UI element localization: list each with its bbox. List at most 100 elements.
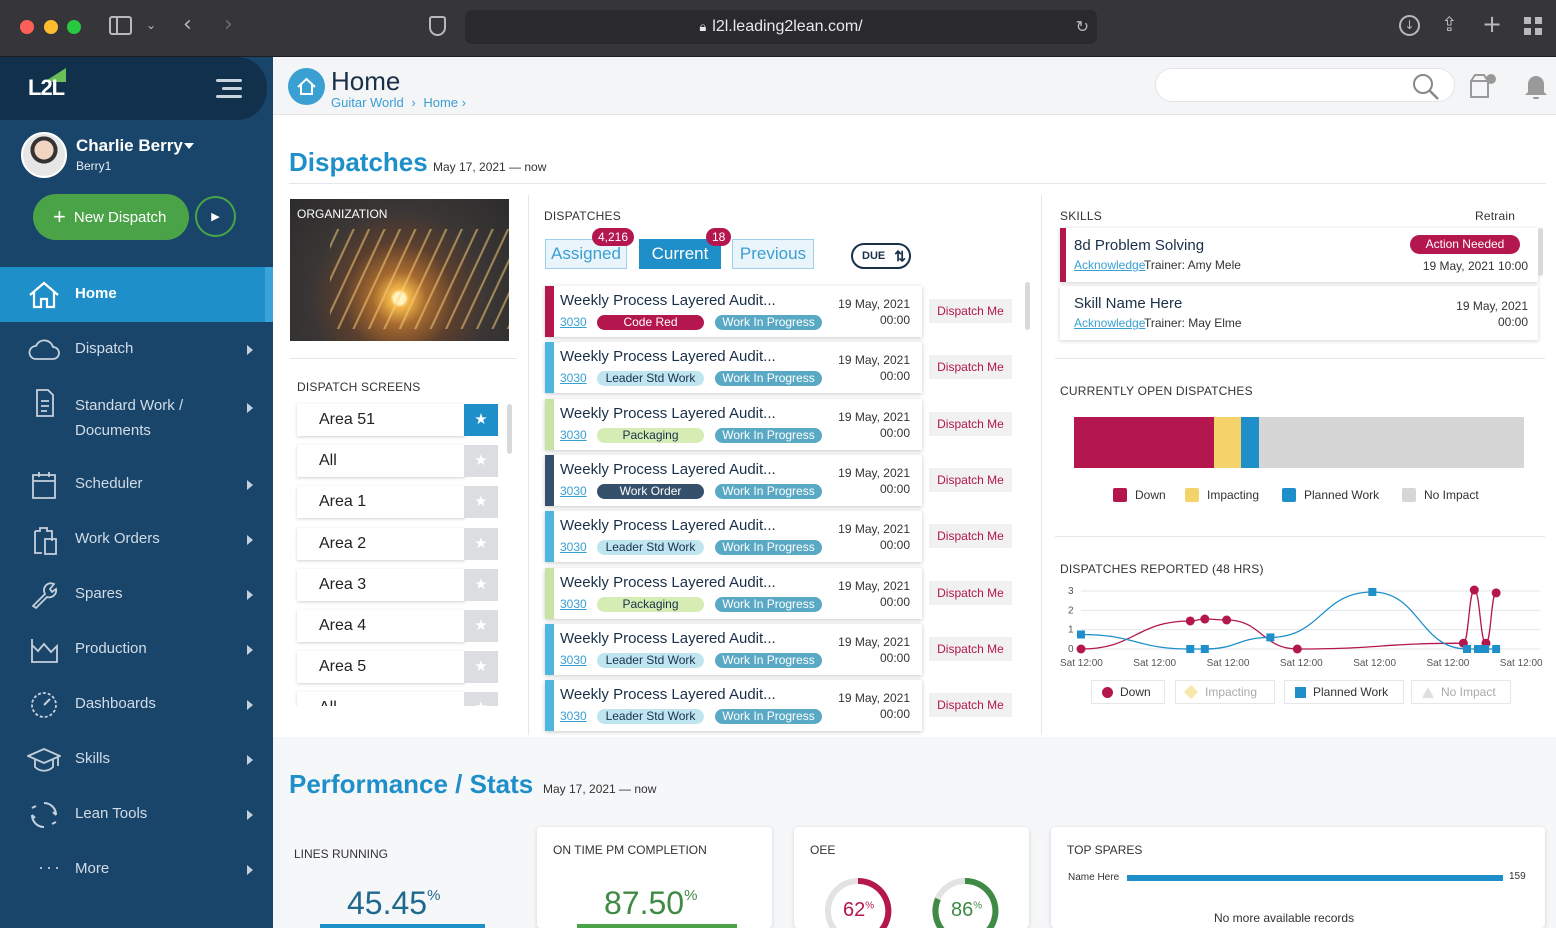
new-tab-icon[interactable]: + bbox=[1482, 10, 1502, 38]
sidebar-item-scheduler[interactable]: Scheduler bbox=[0, 457, 273, 512]
data-point-planned-work[interactable] bbox=[1077, 630, 1085, 639]
dispatch-card[interactable]: Weekly Process Layered Audit... 3030 Pac… bbox=[545, 398, 922, 450]
organization-image[interactable]: ORGANIZATION bbox=[290, 199, 509, 341]
legend-impacting[interactable]: Impacting bbox=[1175, 680, 1275, 704]
dispatch-me-button[interactable]: Dispatch Me bbox=[929, 580, 1012, 605]
data-point-down[interactable] bbox=[1222, 615, 1232, 625]
legend-planned-work[interactable]: Planned Work bbox=[1284, 680, 1404, 704]
close-window-button[interactable] bbox=[20, 20, 34, 34]
data-point-planned-work[interactable] bbox=[1200, 645, 1209, 653]
chevron-down-icon[interactable]: ⌄ bbox=[146, 18, 156, 32]
user-name[interactable]: Charlie Berry bbox=[76, 136, 183, 156]
top-spares-card[interactable]: TOP SPARES Name Here 159 No more availab… bbox=[1051, 827, 1545, 928]
legend-down[interactable]: Down bbox=[1091, 680, 1165, 704]
sidebar-item-skills[interactable]: Skills bbox=[0, 732, 273, 787]
sidebar-item-dispatch[interactable]: Dispatch bbox=[0, 322, 273, 377]
legend-impacting[interactable]: Impacting bbox=[1185, 488, 1259, 502]
star-icon[interactable]: ★ bbox=[464, 404, 498, 436]
minimize-window-button[interactable] bbox=[44, 20, 58, 34]
screens-scrollbar[interactable] bbox=[507, 404, 512, 454]
sidebar-item-more[interactable]: ··· More bbox=[0, 842, 273, 897]
dispatch-screen-item[interactable]: Area 2 bbox=[297, 528, 465, 560]
data-point-down[interactable] bbox=[1292, 644, 1302, 654]
dispatch-screen-item[interactable]: Area 3 bbox=[297, 569, 465, 601]
sidebar-item-production[interactable]: Production bbox=[0, 622, 273, 677]
dispatch-me-button[interactable]: Dispatch Me bbox=[929, 411, 1012, 436]
legend-no-impact[interactable]: No Impact bbox=[1411, 680, 1511, 704]
dispatch-card[interactable]: Weekly Process Layered Audit... 3030 Pac… bbox=[545, 567, 922, 619]
dispatch-card[interactable]: Weekly Process Layered Audit... 3030 Wor… bbox=[545, 454, 922, 506]
settings-box-icon[interactable] bbox=[1468, 71, 1498, 99]
data-point-down[interactable] bbox=[1076, 644, 1086, 654]
dispatch-me-button[interactable]: Dispatch Me bbox=[929, 693, 1012, 718]
star-icon[interactable]: ★ bbox=[464, 610, 498, 642]
sidebar-item-standard-work[interactable]: Standard Work / Documents bbox=[0, 377, 273, 447]
new-dispatch-button[interactable]: + New Dispatch bbox=[33, 194, 189, 240]
dispatch-screen-item[interactable]: Area 51 bbox=[297, 404, 465, 436]
home-badge[interactable] bbox=[288, 68, 325, 105]
download-icon[interactable]: ↓ bbox=[1399, 15, 1420, 36]
dispatch-card[interactable]: Weekly Process Layered Audit... 3030 Cod… bbox=[545, 286, 922, 337]
avatar[interactable] bbox=[21, 132, 67, 178]
acknowledge-link[interactable]: Acknowledge bbox=[1074, 316, 1145, 330]
dispatch-card[interactable]: Weekly Process Layered Audit... 3030 Lea… bbox=[545, 623, 922, 675]
data-point-planned-work[interactable] bbox=[1473, 645, 1482, 653]
shield-icon[interactable] bbox=[429, 16, 446, 36]
legend-planned-work[interactable]: Planned Work bbox=[1282, 488, 1379, 502]
due-sort-button[interactable]: DUE ⇅ bbox=[851, 243, 911, 269]
search-icon[interactable] bbox=[1412, 73, 1440, 101]
dispatch-card[interactable]: Weekly Process Layered Audit... 3030 Lea… bbox=[545, 680, 922, 732]
data-point-planned-work[interactable] bbox=[1368, 587, 1377, 596]
sidebar-toggle-icon[interactable] bbox=[109, 16, 132, 35]
bar-segment-planned-work[interactable] bbox=[1240, 417, 1259, 468]
bar-segment-down[interactable] bbox=[1074, 417, 1214, 468]
breadcrumb-home[interactable]: Home bbox=[423, 95, 458, 110]
back-icon[interactable]: ‹ bbox=[183, 12, 192, 37]
dispatch-me-button[interactable]: Dispatch Me bbox=[929, 299, 1012, 323]
breadcrumb-org[interactable]: Guitar World bbox=[331, 95, 404, 110]
share-icon[interactable]: ⇪ bbox=[1441, 12, 1458, 36]
tab-overview-icon[interactable] bbox=[1524, 17, 1542, 35]
star-icon[interactable]: ★ bbox=[464, 692, 498, 706]
data-point-down[interactable] bbox=[1185, 616, 1195, 626]
dispatch-number-link[interactable]: 3030 bbox=[560, 653, 587, 667]
caret-down-icon[interactable] bbox=[184, 143, 194, 149]
legend-no-impact[interactable]: No Impact bbox=[1402, 488, 1479, 502]
zoom-window-button[interactable] bbox=[67, 20, 81, 34]
bar-segment-impacting[interactable] bbox=[1213, 417, 1241, 468]
data-point-planned-work[interactable] bbox=[1186, 645, 1195, 653]
skill-card[interactable]: Skill Name Here Acknowledge Trainer: May… bbox=[1060, 286, 1538, 340]
dispatch-card[interactable]: Weekly Process Layered Audit... 3030 Lea… bbox=[545, 511, 922, 563]
retrain-link[interactable]: Retrain bbox=[1475, 209, 1515, 223]
dispatch-me-button[interactable]: Dispatch Me bbox=[929, 355, 1012, 380]
dispatch-screen-item[interactable]: Area 1 bbox=[297, 486, 465, 518]
forward-icon[interactable]: › bbox=[224, 12, 233, 37]
data-point-planned-work[interactable] bbox=[1463, 645, 1472, 653]
star-icon[interactable]: ★ bbox=[464, 569, 498, 601]
dispatch-list-scrollbar[interactable] bbox=[1025, 282, 1030, 330]
dispatch-number-link[interactable]: 3030 bbox=[560, 484, 587, 498]
skill-card[interactable]: 8d Problem Solving Acknowledge Trainer: … bbox=[1060, 228, 1538, 282]
dispatch-card[interactable]: Weekly Process Layered Audit... 3030 Lea… bbox=[545, 342, 922, 394]
dispatch-screen-item[interactable]: All bbox=[297, 692, 465, 706]
skills-scrollbar[interactable] bbox=[1538, 228, 1543, 276]
dispatch-number-link[interactable]: 3030 bbox=[560, 315, 587, 329]
dispatch-number-link[interactable]: 3030 bbox=[560, 428, 587, 442]
star-icon[interactable]: ★ bbox=[464, 651, 498, 683]
data-point-down[interactable] bbox=[1469, 585, 1479, 595]
dispatch-number-link[interactable]: 3030 bbox=[560, 540, 587, 554]
search-input[interactable] bbox=[1155, 68, 1455, 102]
star-icon[interactable]: ★ bbox=[464, 486, 498, 518]
data-point-planned-work[interactable] bbox=[1481, 645, 1490, 653]
reload-icon[interactable]: ↻ bbox=[1076, 17, 1089, 37]
legend-down[interactable]: Down bbox=[1113, 488, 1166, 502]
star-icon[interactable]: ★ bbox=[464, 445, 498, 477]
bar-segment-no-impact[interactable] bbox=[1258, 417, 1524, 468]
tab-previous[interactable]: Previous bbox=[732, 239, 814, 269]
dispatch-screen-item[interactable]: Area 4 bbox=[297, 610, 465, 642]
data-point-down[interactable] bbox=[1200, 614, 1210, 624]
dispatch-me-button[interactable]: Dispatch Me bbox=[929, 524, 1012, 549]
on-time-pm-card[interactable]: ON TIME PM COMPLETION 87.50% bbox=[537, 827, 772, 928]
sidebar-item-spares[interactable]: Spares bbox=[0, 567, 273, 622]
acknowledge-link[interactable]: Acknowledge bbox=[1074, 258, 1145, 272]
